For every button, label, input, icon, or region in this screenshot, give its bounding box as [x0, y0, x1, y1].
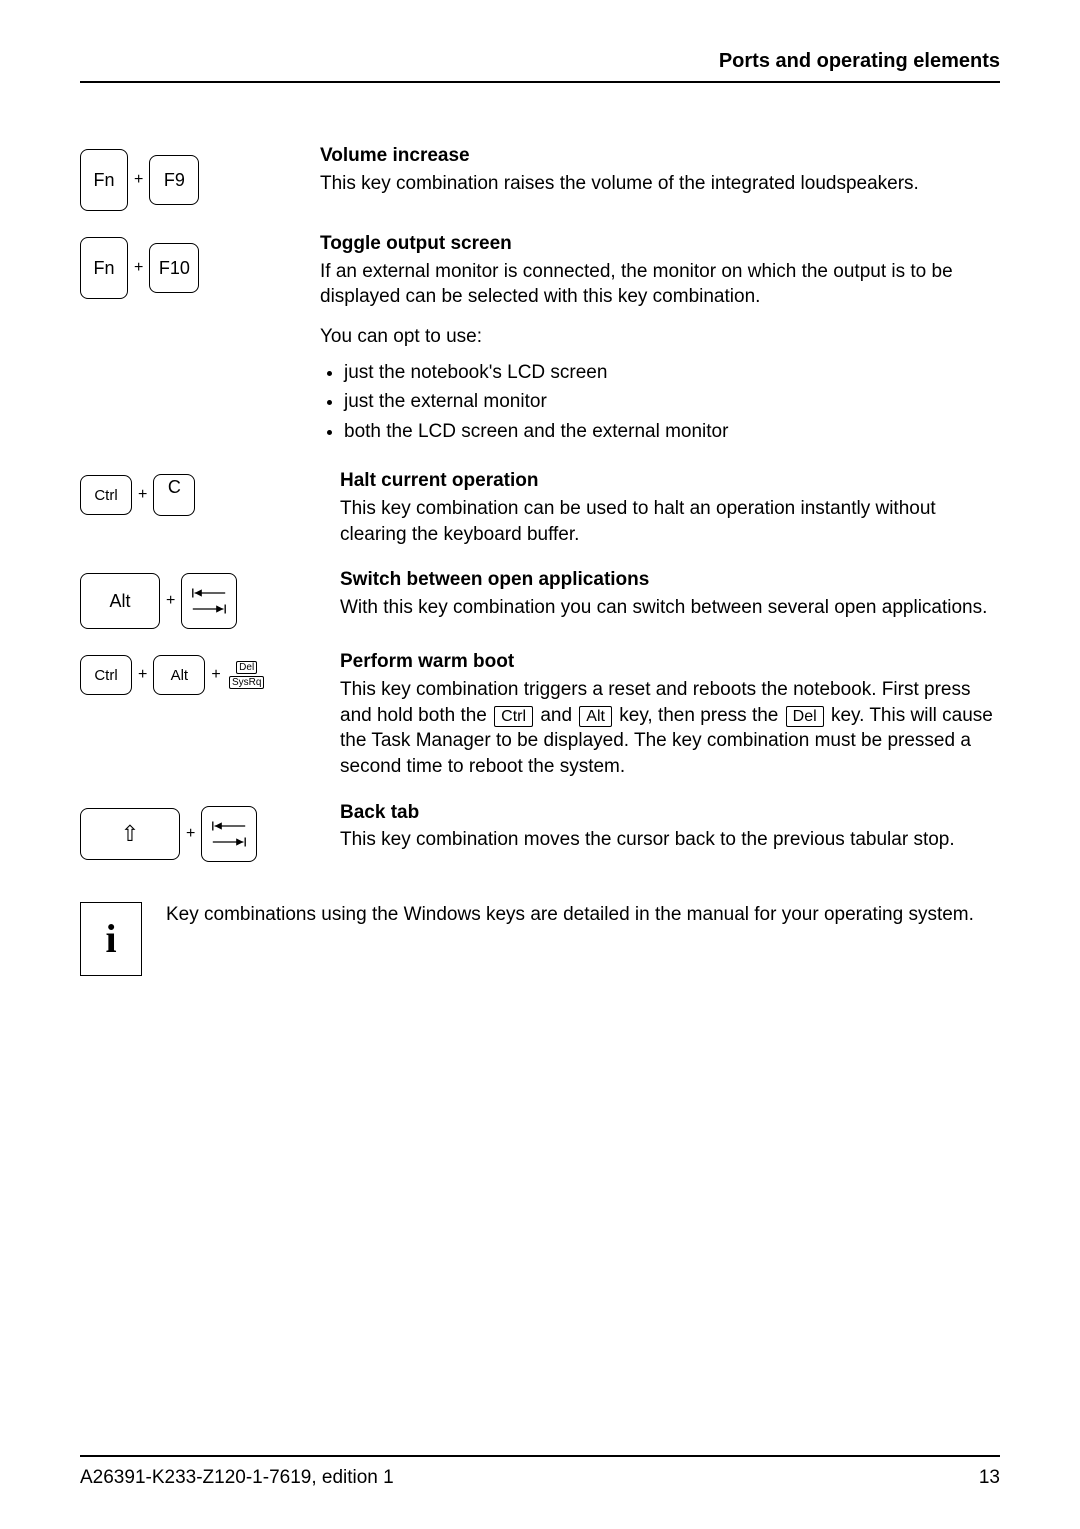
- desc-toggle-output: If an external monitor is connected, the…: [320, 259, 1000, 310]
- tab-left-arrow-icon: [191, 587, 227, 599]
- page-header: Ports and operating elements: [80, 50, 1000, 83]
- info-icon: i: [80, 902, 142, 976]
- key-tab: [181, 573, 237, 629]
- info-note: i Key combinations using the Windows key…: [80, 902, 1000, 976]
- section-back-tab: ⇧ + Back tab This key combination moves …: [80, 800, 1000, 862]
- key-f10: F10: [149, 243, 199, 293]
- key-fn: Fn: [80, 237, 128, 299]
- key-del-label: Del: [236, 661, 257, 674]
- title-back-tab: Back tab: [340, 800, 1000, 826]
- output-options-list: just the notebook's LCD screen just the …: [344, 360, 1000, 445]
- list-item: just the notebook's LCD screen: [344, 360, 1000, 386]
- title-toggle-output: Toggle output screen: [320, 231, 1000, 257]
- key-tab: [201, 806, 257, 862]
- warm-boot-text-mid2: key, then press the: [619, 705, 783, 726]
- title-switch-apps: Switch between open applications: [340, 567, 1000, 593]
- section-switch-apps: Alt + Switch between open applications W…: [80, 567, 1000, 629]
- tab-left-arrow-icon: [211, 820, 247, 832]
- key-f9: F9: [149, 155, 199, 205]
- key-alt: Alt: [80, 573, 160, 629]
- footer-page-number: 13: [979, 1467, 1000, 1489]
- section-toggle-output: Fn + F10 Toggle output screen If an exte…: [80, 231, 1000, 448]
- inline-key-alt: Alt: [579, 706, 612, 727]
- key-ctrl: Ctrl: [80, 475, 132, 515]
- key-del-sysrq: Del SysRq: [227, 655, 267, 695]
- desc-switch-apps: With this key combination you can switch…: [340, 595, 1000, 621]
- plus-icon: +: [138, 666, 147, 684]
- key-c: C: [153, 474, 195, 516]
- tab-right-arrow-icon: [211, 836, 247, 848]
- key-combo-ctrl-c: Ctrl + C: [80, 468, 340, 547]
- section-warm-boot: Ctrl + Alt + Del SysRq Perform warm boot…: [80, 649, 1000, 779]
- title-warm-boot: Perform warm boot: [340, 649, 1000, 675]
- document-page: Ports and operating elements Fn + F9 Vol…: [0, 0, 1080, 1529]
- key-combo-ctrl-alt-del: Ctrl + Alt + Del SysRq: [80, 649, 340, 779]
- warm-boot-text-mid1: and: [540, 705, 577, 726]
- key-alt: Alt: [153, 655, 205, 695]
- inline-key-del: Del: [786, 706, 824, 727]
- key-combo-shift-tab: ⇧ +: [80, 800, 340, 862]
- plus-icon: +: [134, 259, 143, 277]
- desc-halt-operation: This key combination can be used to halt…: [340, 496, 1000, 547]
- key-combo-fn-f9: Fn + F9: [80, 143, 320, 211]
- key-combo-fn-f10: Fn + F10: [80, 231, 320, 448]
- plus-icon: +: [138, 486, 147, 504]
- desc-volume-increase: This key combination raises the volume o…: [320, 171, 1000, 197]
- key-ctrl: Ctrl: [80, 655, 132, 695]
- section-volume-increase: Fn + F9 Volume increase This key combina…: [80, 143, 1000, 211]
- title-volume-increase: Volume increase: [320, 143, 1000, 169]
- plus-icon: +: [134, 171, 143, 189]
- key-combo-alt-tab: Alt +: [80, 567, 340, 629]
- key-shift: ⇧: [80, 808, 180, 860]
- section-halt-operation: Ctrl + C Halt current operation This key…: [80, 468, 1000, 547]
- plus-icon: +: [186, 825, 195, 843]
- list-item: both the LCD screen and the external mon…: [344, 419, 1000, 445]
- tab-right-arrow-icon: [191, 603, 227, 615]
- key-sysrq-label: SysRq: [229, 676, 264, 689]
- plus-icon: +: [166, 592, 175, 610]
- info-text: Key combinations using the Windows keys …: [166, 902, 974, 976]
- plus-icon: +: [211, 666, 220, 684]
- key-fn: Fn: [80, 149, 128, 211]
- footer-doc-id: A26391-K233-Z120-1-7619, edition 1: [80, 1467, 394, 1489]
- desc-back-tab: This key combination moves the cursor ba…: [340, 827, 1000, 853]
- inline-key-ctrl: Ctrl: [494, 706, 533, 727]
- opt-intro: You can opt to use:: [320, 324, 1000, 350]
- page-footer: A26391-K233-Z120-1-7619, edition 1 13: [80, 1455, 1000, 1489]
- list-item: just the external monitor: [344, 389, 1000, 415]
- title-halt-operation: Halt current operation: [340, 468, 1000, 494]
- desc-warm-boot: This key combination triggers a reset an…: [340, 677, 1000, 780]
- shift-arrow-icon: ⇧: [121, 821, 139, 847]
